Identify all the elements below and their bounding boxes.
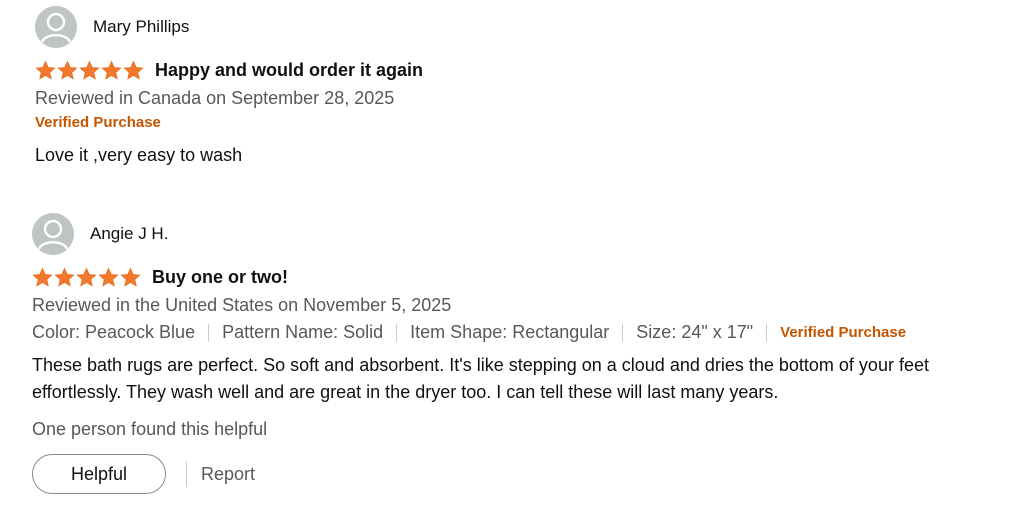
review-title-row: Happy and would order it again [35,57,1014,83]
verified-purchase-badge[interactable]: Verified Purchase [35,112,1014,134]
product-attributes: Color: Peacock Blue Pattern Name: Solid … [32,319,1014,346]
review-title[interactable]: Buy one or two! [152,267,288,288]
star-icon [57,60,78,81]
star-icon [79,60,100,81]
review-date: Reviewed in the United States on Novembe… [32,295,452,315]
star-icon [76,267,97,288]
reviewer-name[interactable]: Mary Phillips [93,17,189,37]
star-icon [98,267,119,288]
star-icon [32,267,53,288]
divider [208,323,210,342]
helpful-count: One person found this helpful [32,419,268,439]
review-actions: Helpful Report [32,454,1014,494]
star-icon [101,60,122,81]
review-title[interactable]: Happy and would order it again [155,60,423,81]
reviewer-profile[interactable]: Angie J H. [32,213,1014,255]
report-link[interactable]: Report [201,464,255,485]
attribute-size[interactable]: Size: 24" x 17" [636,319,753,346]
review-body: Love it ,very easy to wash [35,145,243,165]
review-date: Reviewed in Canada on September 28, 2025 [35,88,395,108]
star-icon [120,267,141,288]
review-1: Mary Phillips Happy and would order it a… [35,0,1014,169]
reviewer-profile[interactable]: Mary Phillips [35,6,1014,48]
helpful-button[interactable]: Helpful [32,454,166,494]
divider [186,461,187,487]
attribute-pattern[interactable]: Pattern Name: Solid [222,319,383,346]
divider [622,323,624,342]
star-rating[interactable] [32,267,141,288]
review-title-row: Buy one or two! [32,264,1014,290]
star-icon [35,60,56,81]
divider [396,323,398,342]
reviewer-name[interactable]: Angie J H. [90,224,168,244]
verified-purchase-badge[interactable]: Verified Purchase [780,319,906,346]
user-avatar-icon [35,6,77,48]
attribute-shape[interactable]: Item Shape: Rectangular [410,319,609,346]
star-rating[interactable] [35,60,144,81]
review-2: Angie J H. Buy one or two! Reviewed in t… [32,207,1014,494]
star-icon [54,267,75,288]
star-icon [123,60,144,81]
user-avatar-icon [32,213,74,255]
review-body: These bath rugs are perfect. So soft and… [32,355,929,402]
divider [766,323,768,342]
attribute-color[interactable]: Color: Peacock Blue [32,319,195,346]
